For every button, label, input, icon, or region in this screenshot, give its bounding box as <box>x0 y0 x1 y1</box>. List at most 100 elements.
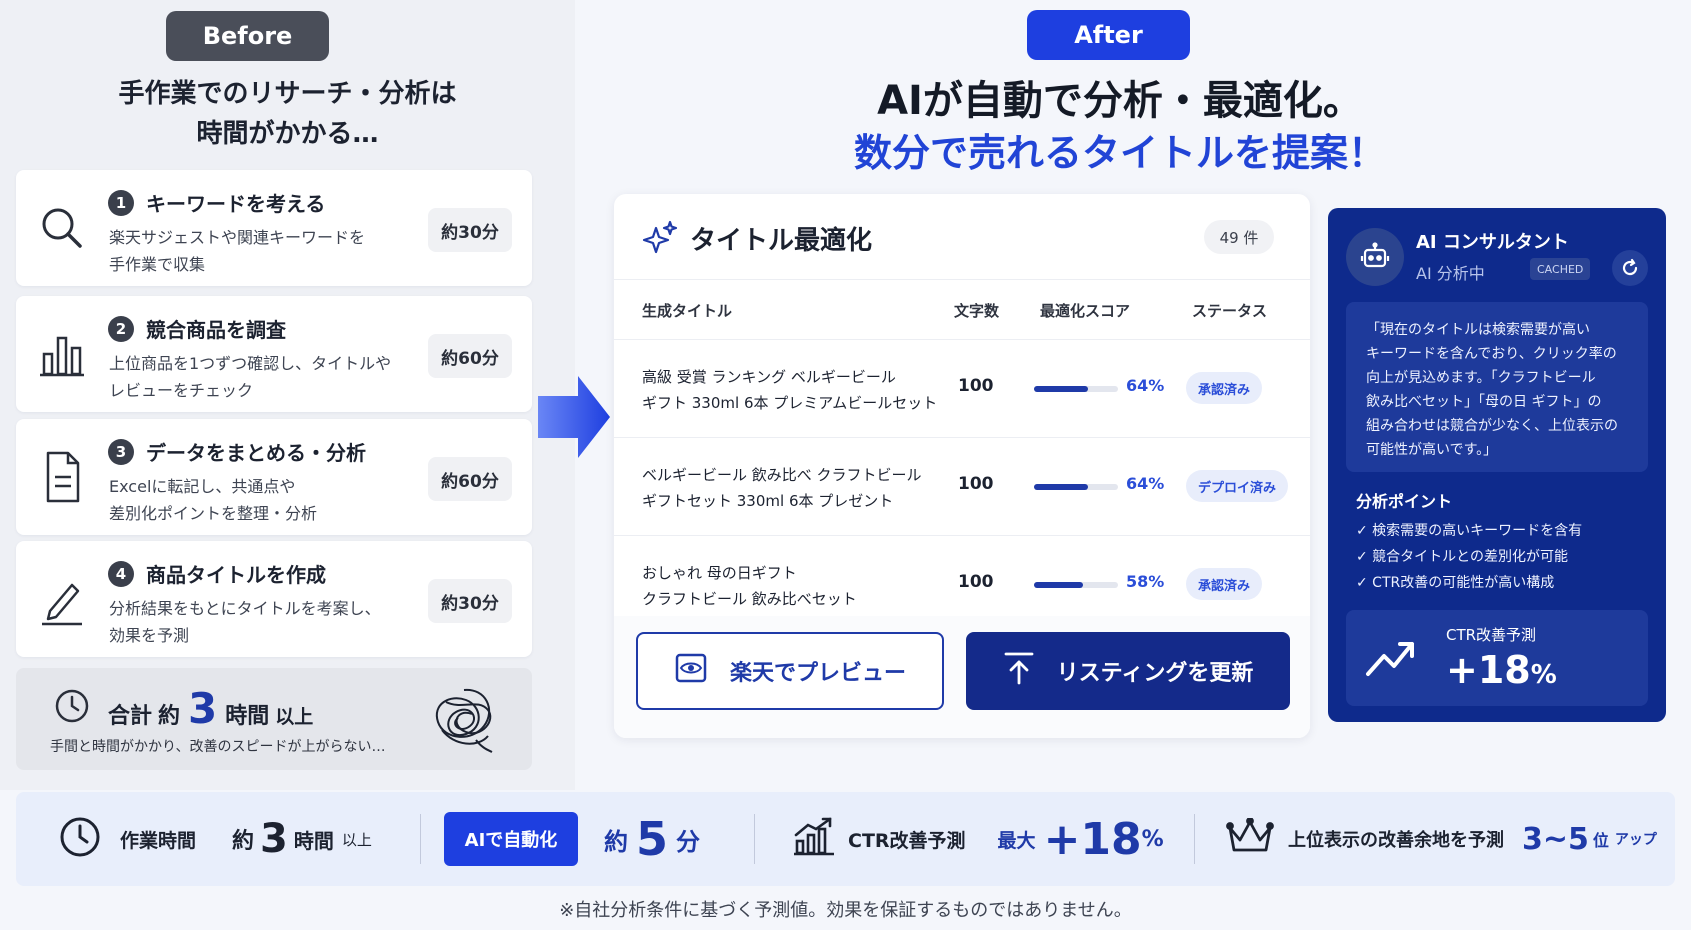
sparkle-icon <box>642 220 678 256</box>
search-icon <box>38 200 86 256</box>
column-header-chars: 文字数 <box>954 302 1000 320</box>
step-title: 商品タイトルを作成 <box>146 563 326 587</box>
char-count: 100 <box>958 376 994 396</box>
trend-up-icon <box>1364 634 1418 682</box>
generated-title: おしゃれ 母の日ギフト クラフトビール 飲み比べセット <box>642 564 857 608</box>
preview-on-rakuten-button[interactable]: 楽天でプレビュー <box>636 632 944 710</box>
document-icon <box>38 449 86 505</box>
score-bar <box>1034 484 1118 490</box>
table-header: 生成タイトル 文字数 最適化スコア ステータス <box>614 280 1310 340</box>
total-time-subtext: 手間と時間がかかり、改善のスピードが上がらない… <box>50 739 386 755</box>
update-button-label: リスティングを更新 <box>1056 661 1254 686</box>
column-header-status: ステータス <box>1192 302 1268 320</box>
step-time-badge: 約30分 <box>428 208 512 252</box>
score-bar-fill <box>1034 386 1088 392</box>
ranking-summary: 上位表示の改善余地を予測 3~5 位 アップ <box>1226 792 1657 886</box>
ctr-summary: CTR改善予測 最大 +18 % <box>792 792 1164 886</box>
consultant-name: AI コンサルタント <box>1416 232 1569 253</box>
bar-chart-icon <box>38 326 86 382</box>
refresh-icon[interactable] <box>1612 250 1648 286</box>
divider <box>1194 814 1195 864</box>
score-percent: 64% <box>1126 474 1165 493</box>
after-heading: AIが自動で分析・最適化。 <box>877 78 1363 124</box>
work-time-summary: 作業時間 約 3 時間 以上 <box>58 792 372 886</box>
disclaimer: ※自社分析条件に基づく予測値。効果を保証するものではありません。 <box>559 900 1132 921</box>
analysis-point: ✓ 競合タイトルとの差別化が可能 <box>1356 549 1569 565</box>
tangle-icon <box>426 680 502 756</box>
status-badge: デプロイ済み <box>1186 470 1289 502</box>
analysis-points-title: 分析ポイント <box>1356 492 1453 511</box>
clock-icon <box>54 688 90 724</box>
growth-chart-icon <box>792 817 836 861</box>
divider <box>420 814 421 864</box>
panel-title: タイトル最適化 <box>690 226 873 256</box>
after-badge: After <box>1027 10 1190 60</box>
step-number: 2 <box>108 316 134 342</box>
title-optimization-panel: タイトル最適化 49 件 生成タイトル 文字数 最適化スコア ステータス 高級 … <box>614 194 1310 738</box>
clock-icon <box>58 815 102 863</box>
robot-icon <box>1346 228 1404 286</box>
step-title: 競合商品を調査 <box>146 318 286 342</box>
generated-title: ベルギービール 飲み比べ クラフトビール ギフトセット 330ml 6本 プレゼ… <box>642 466 922 510</box>
status-badge: 承認済み <box>1186 568 1263 600</box>
status-badge: 承認済み <box>1186 372 1263 404</box>
step-number: 3 <box>108 439 134 465</box>
score-percent: 58% <box>1126 572 1165 591</box>
result-count-badge: 49 件 <box>1204 220 1274 254</box>
score-percent: 64% <box>1126 376 1165 395</box>
column-header-score: 最適化スコア <box>1040 302 1131 320</box>
summary-bar: 作業時間 約 3 時間 以上 AIで自動化 約 5 分 CTR改善予測 最大 +… <box>16 792 1675 886</box>
generated-title: 高級 受賞 ランキング ベルギービール ギフト 330ml 6本 プレミアムビー… <box>642 368 938 412</box>
step-time-badge: 約60分 <box>428 457 512 501</box>
step-card-keyword: 1 キーワードを考える 楽天サジェストや関連キーワードを 手作業で収集 約30分 <box>16 170 532 286</box>
ctr-forecast-value: +18% <box>1446 648 1557 692</box>
step-number: 1 <box>108 190 134 216</box>
step-title: キーワードを考える <box>146 192 326 216</box>
update-listing-button[interactable]: リスティングを更新 <box>966 632 1290 710</box>
score-bar <box>1034 386 1118 392</box>
ai-consultant-panel: AI コンサルタント AI 分析中 CACHED 「現在のタイトルは検索需要が高… <box>1328 208 1666 722</box>
ai-time-summary: 約 5 分 <box>604 812 701 866</box>
ctr-forecast-box: CTR改善予測 +18% <box>1346 610 1648 706</box>
ctr-forecast-label: CTR改善予測 <box>1446 626 1537 644</box>
arrow-right-icon <box>538 376 610 458</box>
analysis-point: ✓ CTR改善の可能性が高い構成 <box>1356 575 1555 591</box>
table-row[interactable]: ベルギービール 飲み比べ クラフトビール ギフトセット 330ml 6本 プレゼ… <box>614 438 1310 536</box>
cached-badge: CACHED <box>1530 258 1591 280</box>
step-description: 楽天サジェストや関連キーワードを 手作業で収集 <box>109 228 366 274</box>
char-count: 100 <box>958 572 994 592</box>
column-header-title: 生成タイトル <box>642 302 733 320</box>
step-card-create-title: 4 商品タイトルを作成 分析結果をもとにタイトルを考案し、 効果を予測 約30分 <box>16 541 532 657</box>
consultant-status: AI 分析中 <box>1416 264 1485 283</box>
step-description: Excelに転記し、共通点や 差別化ポイントを整理・分析 <box>109 477 318 523</box>
step-card-competitor: 2 競合商品を調査 上位商品を1つずつ確認し、タイトルや レビューをチェック 約… <box>16 296 532 412</box>
score-bar-fill <box>1034 582 1083 588</box>
analysis-point: ✓ 検索需要の高いキーワードを含有 <box>1356 523 1583 539</box>
before-badge: Before <box>166 11 329 61</box>
table-row[interactable]: 高級 受賞 ランキング ベルギービール ギフト 330ml 6本 プレミアムビー… <box>614 340 1310 438</box>
step-time-badge: 約60分 <box>428 334 512 378</box>
upload-icon <box>1003 651 1035 691</box>
eye-icon <box>674 651 708 691</box>
before-heading: 手作業でのリサーチ・分析は 時間がかかる… <box>118 79 457 149</box>
pencil-icon <box>38 571 86 627</box>
step-number: 4 <box>108 561 134 587</box>
crown-icon <box>1226 817 1274 860</box>
step-description: 上位商品を1つずつ確認し、タイトルや レビューをチェック <box>109 354 392 400</box>
panel-footer: 楽天でプレビュー リスティングを更新 <box>614 616 1310 738</box>
divider <box>754 814 755 864</box>
step-time-badge: 約30分 <box>428 579 512 623</box>
score-bar-fill <box>1034 484 1088 490</box>
total-time-text: 合計 約 3 時間 以上 <box>108 684 314 733</box>
char-count: 100 <box>958 474 994 494</box>
total-time-card: 合計 約 3 時間 以上 手間と時間がかかり、改善のスピードが上がらない… <box>16 668 532 770</box>
step-card-analysis: 3 データをまとめる・分析 Excelに転記し、共通点や 差別化ポイントを整理・… <box>16 419 532 535</box>
consultant-message: 「現在のタイトルは検索需要が高い キーワードを含んでおり、クリック率の 向上が見… <box>1346 302 1648 472</box>
step-description: 分析結果をもとにタイトルを考案し、 効果を予測 <box>109 599 381 645</box>
ai-automation-badge: AIで自動化 <box>444 812 578 866</box>
panel-header: タイトル最適化 49 件 <box>614 194 1310 280</box>
step-title: データをまとめる・分析 <box>146 441 366 465</box>
score-bar <box>1034 582 1118 588</box>
after-subheading: 数分で売れるタイトルを提案！ <box>853 131 1386 175</box>
preview-button-label: 楽天でプレビュー <box>729 661 906 686</box>
